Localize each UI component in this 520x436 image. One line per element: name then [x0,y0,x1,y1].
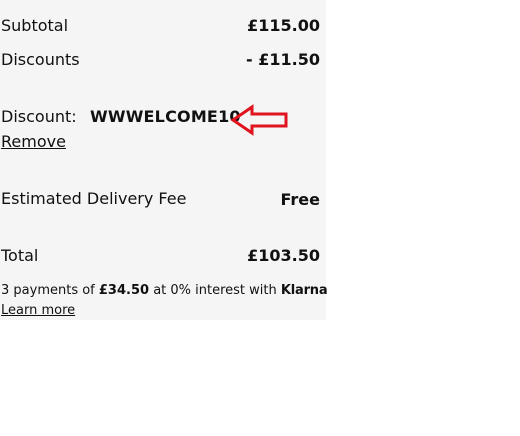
delivery-fee-value: Free [280,190,321,209]
remove-discount-link[interactable]: Remove [1,132,66,151]
klarna-amount: £34.50 [98,283,150,298]
total-label: Total [1,246,39,265]
discounts-value: - £11.50 [246,50,320,69]
learn-more-link[interactable]: Learn more [1,303,75,318]
delivery-fee-label: Estimated Delivery Fee [1,189,187,208]
order-summary-panel: Subtotal £115.00 Discounts - £11.50 Disc… [0,0,328,320]
subtotal-label: Subtotal [1,16,69,35]
klarna-prefix: 3 payments of [1,283,99,298]
discount-label: Discount: [1,107,77,126]
klarna-logo: Klarna [280,283,328,298]
klarna-installments-text: 3 payments of £34.50 at 0% interest with… [1,283,328,298]
discount-code: WWWELCOME10 [90,107,241,126]
klarna-suffix: at 0% interest with [149,283,281,298]
discounts-label: Discounts [1,50,80,69]
total-value: £103.50 [247,246,320,265]
red-arrow-annotation-icon [230,104,288,136]
subtotal-value: £115.00 [247,16,320,35]
